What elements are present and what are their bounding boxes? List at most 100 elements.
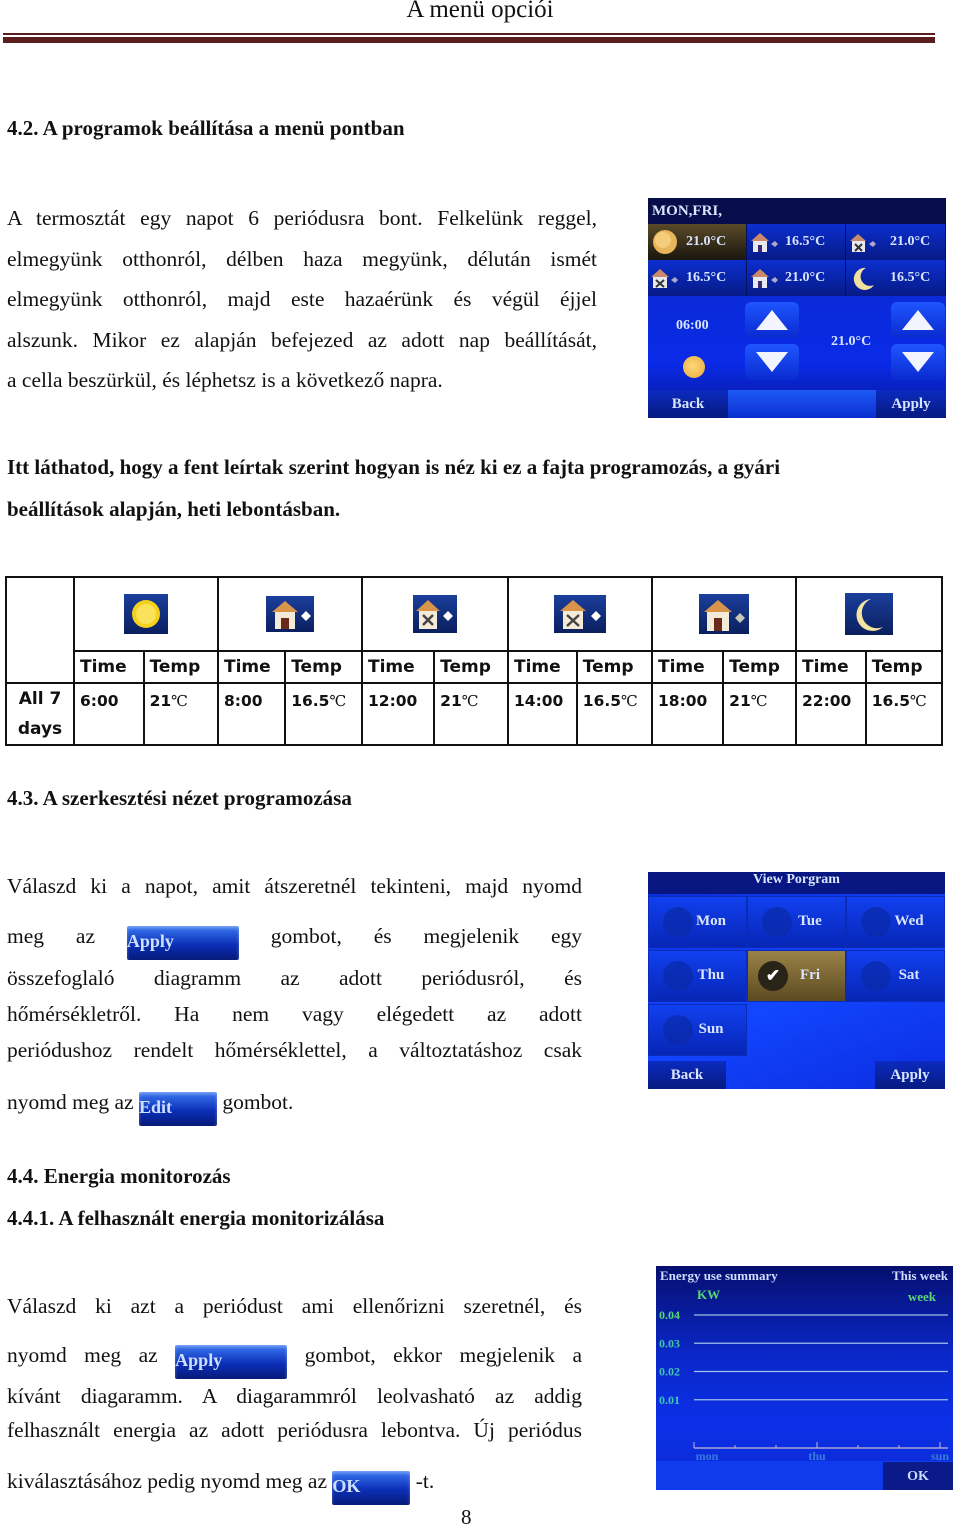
temp-value: 21: [729, 692, 751, 710]
period-icon-cell: [361, 576, 509, 652]
temp-value: 16.5: [582, 692, 622, 710]
house-leave-icon: [648, 267, 682, 289]
ok-button[interactable]: OK: [907, 1469, 929, 1484]
day-button-wed[interactable]: Wed: [846, 896, 945, 948]
house-leave-icon: [554, 595, 606, 633]
period-cell[interactable]: 16.5°C: [747, 224, 846, 260]
day-button-fri[interactable]: ✔ Fri: [747, 950, 846, 1002]
day-label: Sat: [898, 967, 920, 983]
col-header-temp: Temp: [864, 650, 944, 684]
period-temp: 16.5℃: [575, 682, 654, 746]
house-return-icon: [699, 594, 749, 634]
col-header-temp: Temp: [722, 650, 797, 684]
chart-subtitle: This week: [892, 1268, 949, 1283]
section-4-2-paragraph: A termosztát egy napot 6 periódusra bont…: [7, 198, 597, 401]
col-header-time: Time: [795, 650, 867, 684]
energy-summary-screenshot: Energy use summary This week KW week 0.0…: [656, 1266, 953, 1490]
section-heading-4-2: 4.2. A programok beállítása a menü pontb…: [7, 116, 405, 140]
section-heading-4-4: 4.4. Energia monitorozás: [7, 1164, 231, 1188]
text-fragment: meg az: [7, 924, 95, 948]
apply-button-image: Apply: [126, 926, 239, 960]
moon-icon: [845, 593, 893, 635]
paragraph-line: összefoglaló diagramm az adott periódusr…: [7, 966, 582, 990]
page-number: 8: [461, 1505, 472, 1528]
paragraph-line: meg az Apply gombot, és megjelenik egy: [7, 918, 582, 960]
table-row: All 7 days 6:00 21℃ 8:00 16.5℃ 12:00 21℃ …: [5, 682, 944, 746]
text-fragment: gombot.: [222, 1090, 294, 1114]
weekly-schedule-table: Time Temp Time Temp Time Temp Time Temp …: [5, 576, 944, 746]
paragraph-line: kiválasztásához pedig nyomd meg az OK -t…: [7, 1464, 582, 1505]
paragraph-line: periódushoz rendelt hőmérséklettel, a vá…: [7, 1038, 582, 1062]
chart-title: Energy use summary: [660, 1268, 778, 1283]
temp-value: 16.5: [291, 692, 330, 710]
period-time: 22:00: [795, 682, 867, 746]
table-corner-cell: [5, 576, 75, 684]
paragraph-line: elmegyünk otthonról, majd este hazaérünk…: [7, 287, 597, 311]
apply-button[interactable]: Apply: [876, 390, 946, 418]
apply-button[interactable]: Apply: [875, 1061, 945, 1089]
note-line: Itt láthatod, hogy a fent leírtak szerin…: [7, 455, 781, 479]
day-label: Mon: [696, 913, 726, 929]
temp-down-button[interactable]: [891, 344, 945, 380]
period-time: 8:00: [216, 682, 287, 746]
day-button-sun[interactable]: Sun: [648, 1004, 747, 1056]
day-button-tue[interactable]: Tue: [747, 896, 846, 948]
temp-value: 16.5: [871, 692, 911, 710]
period-cell[interactable]: 16.5°C: [648, 260, 747, 296]
house-return-icon: [846, 231, 880, 253]
row-label: All 7 days: [5, 682, 75, 746]
paragraph-line: nyomd meg az Apply gombot, ekkor megjele…: [7, 1338, 582, 1379]
x-tick-label: mon: [696, 1449, 719, 1463]
temp-unit: ℃: [461, 692, 479, 710]
period-time: 18:00: [650, 682, 725, 746]
back-button[interactable]: Back: [648, 390, 728, 418]
temp-unit: ℃: [621, 692, 638, 710]
period-temp: 21℃: [722, 682, 797, 746]
y-tick-label: 0.01: [659, 1393, 680, 1407]
time-up-button[interactable]: [745, 302, 799, 338]
screen-title: View Porgram: [648, 872, 945, 894]
y-tick-label: 0.03: [659, 1336, 680, 1350]
period-icon-cell: [217, 576, 363, 652]
col-header-temp: Temp: [433, 650, 509, 684]
apply-button-image: Apply: [175, 1344, 288, 1379]
section-heading-4-4-1: 4.4.1. A felhasznált energia monitorizál…: [7, 1206, 385, 1230]
paragraph-line: kívánt diagaramm. A diagarammról leolvas…: [7, 1383, 582, 1408]
house-leave-icon: [747, 231, 781, 253]
temp-up-button[interactable]: [891, 302, 945, 338]
col-header-temp: Temp: [284, 650, 363, 684]
paragraph-line: elmegyünk otthonról, délben haza megyünk…: [7, 246, 597, 271]
y-tick-label: 0.02: [659, 1365, 680, 1379]
day-label: Sun: [698, 1021, 724, 1037]
x-axis-label: week: [908, 1289, 937, 1304]
col-header-time: Time: [216, 650, 287, 684]
text-fragment: kiválasztásához pedig nyomd meg az: [7, 1468, 328, 1493]
period-cell[interactable]: 16.5°C: [846, 260, 946, 296]
time-down-button[interactable]: [745, 344, 799, 380]
sun-icon: [648, 228, 682, 256]
period-cell[interactable]: 21.0°C: [846, 224, 946, 260]
house-return-icon: [747, 267, 781, 289]
text-fragment: gombot, és megjelenik egy: [270, 924, 582, 948]
sun-icon: [683, 356, 705, 378]
paragraph-line: Válaszd ki azt a periódust ami ellenőriz…: [7, 1294, 582, 1318]
day-label: Tue: [798, 913, 822, 929]
day-label: Wed: [894, 913, 924, 929]
period-cell[interactable]: 21.0°C: [648, 224, 747, 260]
period-time: 6:00: [73, 682, 145, 746]
day-button-mon[interactable]: Mon: [648, 896, 747, 948]
row-label-line: All 7: [18, 689, 62, 709]
day-button-thu[interactable]: Thu: [648, 950, 747, 1002]
back-button[interactable]: Back: [648, 1061, 726, 1089]
period-time: 12:00: [360, 682, 436, 746]
x-tick-label: sun: [931, 1449, 949, 1463]
period-cell[interactable]: 21.0°C: [747, 260, 846, 296]
period-icon-cell: [507, 576, 653, 652]
day-button-sat[interactable]: Sat: [846, 950, 945, 1002]
col-header-time: Time: [507, 650, 578, 684]
running-header: A menü opciói: [406, 0, 554, 23]
sun-icon: [124, 594, 168, 634]
temp-unit: ℃: [750, 692, 768, 710]
temp-unit: ℃: [329, 692, 347, 710]
paragraph-line: nyomd meg az Edit gombot.: [7, 1084, 582, 1126]
